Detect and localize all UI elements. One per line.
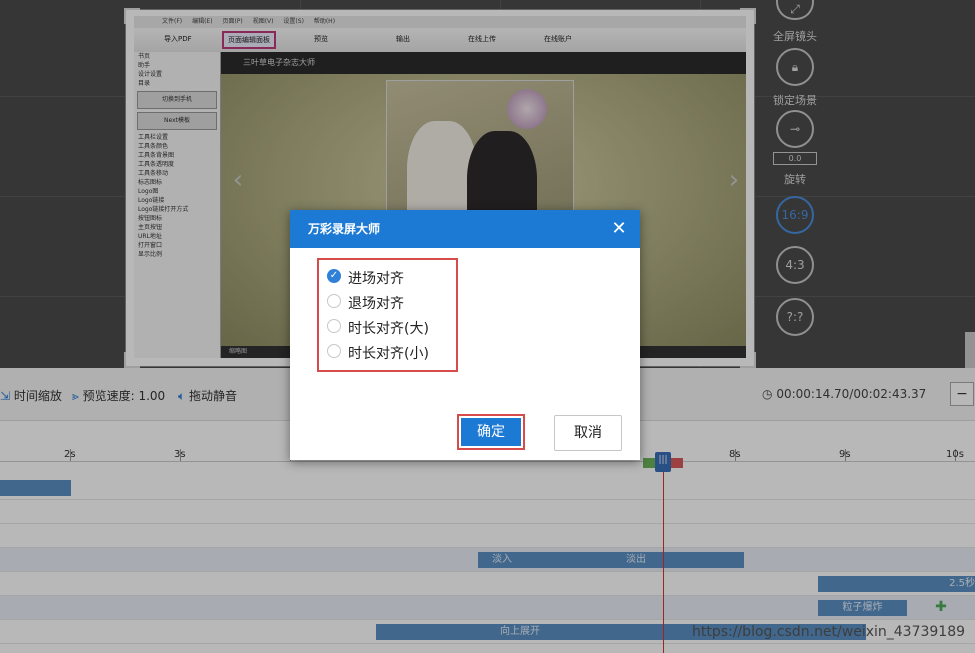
close-icon[interactable]: ✕ [610, 210, 628, 248]
option-duration-align-small[interactable]: 时长对齐(小) [327, 341, 452, 363]
dialog-header: 万彩录屏大师 ✕ [290, 210, 640, 248]
radio-icon[interactable] [327, 294, 341, 308]
option-label: 进场对齐 [348, 271, 404, 287]
dialog-title: 万彩录屏大师 [308, 222, 381, 236]
confirm-button[interactable]: 确定 [461, 418, 521, 446]
align-dialog: 万彩录屏大师 ✕ ✓ 进场对齐 退场对齐 时长对齐(大) 时长对齐(小) 确定 … [290, 210, 640, 460]
option-exit-align[interactable]: 退场对齐 [327, 291, 452, 313]
option-label: 退场对齐 [348, 296, 404, 312]
cancel-button[interactable]: 取消 [554, 415, 622, 451]
radio-icon[interactable] [327, 344, 341, 358]
radio-checked-icon[interactable]: ✓ [327, 269, 341, 283]
option-duration-align-large[interactable]: 时长对齐(大) [327, 316, 452, 338]
confirm-button-highlight: 确定 [457, 414, 525, 450]
radio-icon[interactable] [327, 319, 341, 333]
option-label: 时长对齐(大) [348, 321, 429, 337]
align-options-group: ✓ 进场对齐 退场对齐 时长对齐(大) 时长对齐(小) [317, 258, 458, 372]
option-label: 时长对齐(小) [348, 346, 429, 362]
option-entry-align[interactable]: ✓ 进场对齐 [327, 266, 452, 288]
